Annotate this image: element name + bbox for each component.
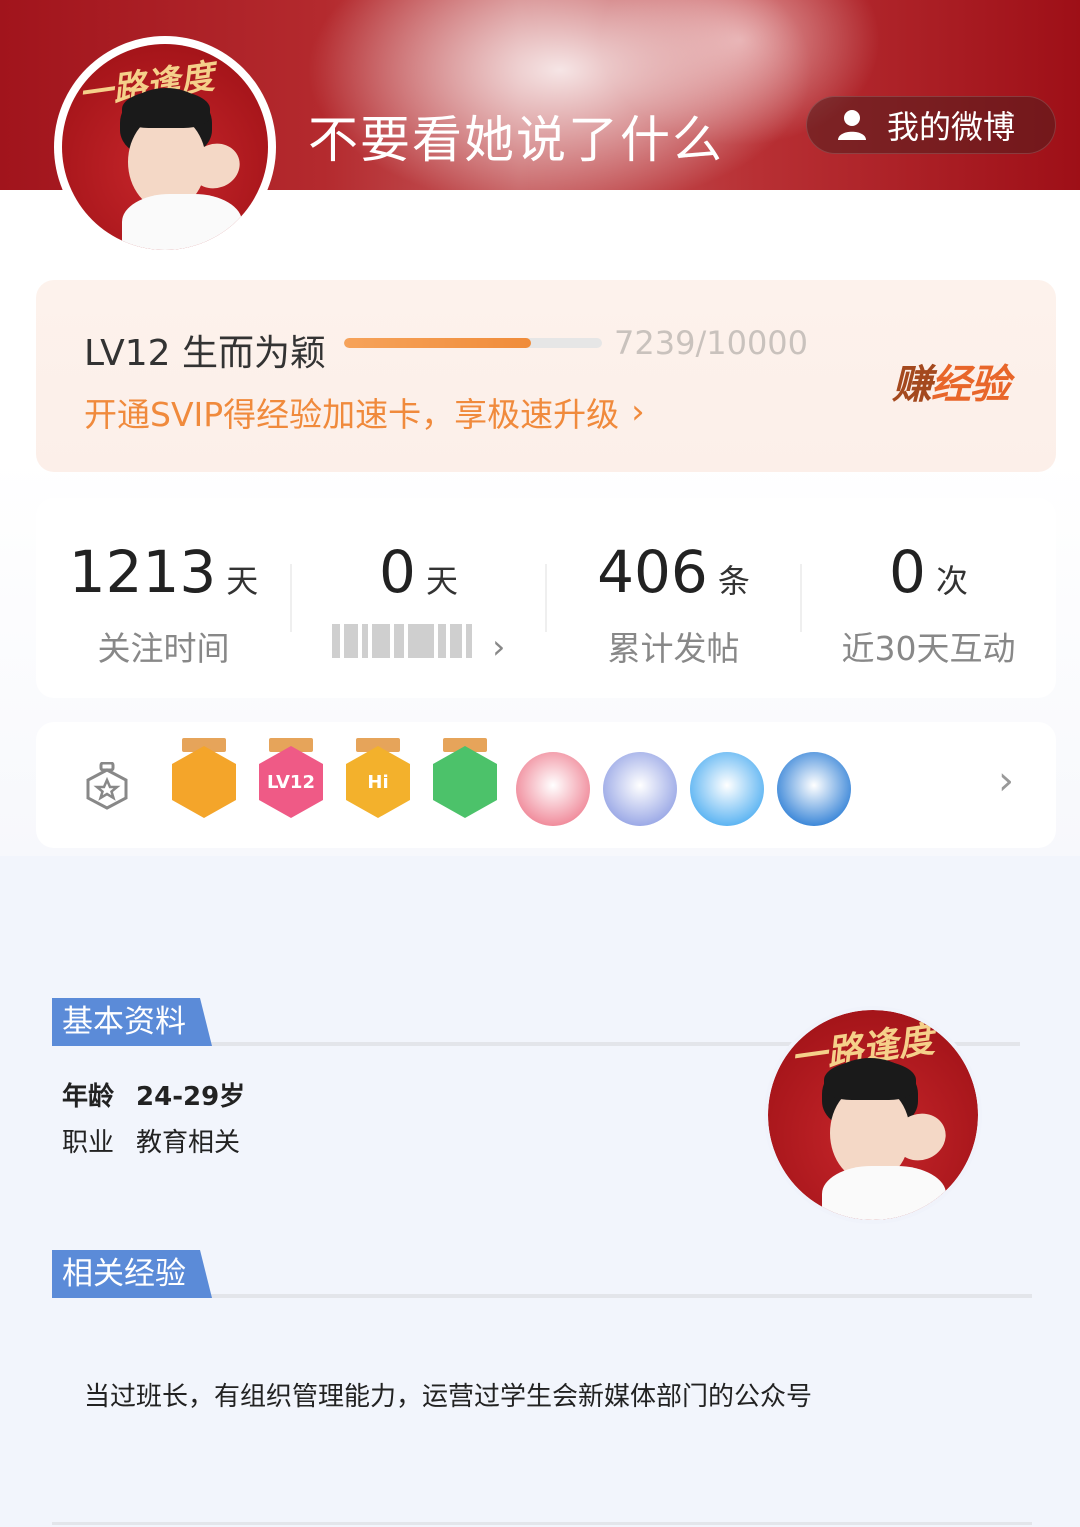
chevron-right-icon: ›	[631, 392, 645, 432]
avatar-image: 一路逢度	[768, 1010, 978, 1220]
badge-shield-icon	[84, 761, 130, 810]
stat-value: 1213	[68, 538, 217, 606]
sunflower-badge-icon[interactable]	[777, 738, 851, 826]
level-progress-bar	[344, 338, 602, 348]
cake-badge-icon[interactable]	[516, 738, 590, 826]
lv12-badge-icon[interactable]: LV12	[255, 738, 327, 824]
job-value: 教育相关	[136, 1128, 241, 1158]
info-row-age: 年龄 24-29岁	[62, 1076, 245, 1113]
boy-badge-icon[interactable]	[603, 738, 677, 826]
age-value: 24-29岁	[136, 1082, 246, 1112]
info-row-job: 职业 教育相关	[62, 1122, 240, 1159]
stat-unit: 条	[717, 562, 750, 600]
stat-posts[interactable]: 406 条 累计发帖	[546, 538, 801, 670]
stat-label-blurred: ›	[291, 622, 546, 666]
stat-unit: 天	[425, 562, 458, 600]
earn-label-a: 赚	[892, 362, 932, 408]
my-weibo-button[interactable]: 我的微博	[806, 96, 1056, 154]
svip-link-label: 开通SVIP得经验加速卡，享极速升级	[84, 395, 620, 434]
hi-badge-icon[interactable]: Hi	[342, 738, 414, 824]
level-progress-text: 7239/10000	[614, 324, 809, 362]
badge-hexagon: LV12	[259, 746, 323, 818]
mascot-badge-icon[interactable]	[690, 738, 764, 826]
job-label: 职业	[62, 1128, 115, 1158]
page-title: 不要看她说了什么	[308, 111, 724, 169]
badge-round	[516, 752, 590, 826]
avatar[interactable]: 一路逢度	[54, 36, 276, 258]
avatar-image: 一路逢度	[62, 44, 268, 250]
chevron-right-icon: ›	[492, 627, 506, 666]
my-weibo-label: 我的微博	[887, 108, 1016, 146]
stat-value: 0	[889, 538, 926, 606]
stat-days[interactable]: 0天 ›	[291, 538, 546, 666]
stat-unit: 天	[226, 562, 259, 600]
earn-label-b: 经验	[931, 362, 1010, 408]
age-label: 年龄	[62, 1082, 115, 1112]
level-progress-fill	[344, 338, 531, 348]
stats-card: 1213 天 关注时间 0天 › 406 条 累计发帖 0次 近30天互动	[36, 498, 1056, 698]
chevron-right-icon[interactable]: ›	[998, 758, 1014, 804]
badges-card[interactable]: LV12 Hi ›	[36, 722, 1056, 848]
svip-upgrade-link[interactable]: 开通SVIP得经验加速卡，享极速升级 ›	[84, 388, 645, 436]
experience-text: 当过班长，有组织管理能力，运营过学生会新媒体部门的公众号	[84, 1382, 813, 1412]
badge-round	[690, 752, 764, 826]
section-title-experience: 相关经验	[52, 1250, 212, 1298]
stat-interactions[interactable]: 0次 近30天互动	[801, 538, 1056, 670]
badge-hexagon	[433, 746, 497, 818]
section-title-basic-info: 基本资料	[52, 998, 212, 1046]
badge-round	[777, 752, 851, 826]
stat-label: 关注时间	[97, 629, 230, 668]
stat-value: 0	[379, 538, 416, 606]
level-card: LV12 生而为颖 7239/10000 开通SVIP得经验加速卡，享极速升级 …	[36, 280, 1056, 472]
stat-label: 近30天互动	[841, 629, 1016, 668]
earn-experience-button[interactable]: 赚经验	[892, 352, 1010, 410]
stat-follow-time[interactable]: 1213 天 关注时间	[36, 538, 291, 670]
badge-hexagon: Hi	[346, 746, 410, 818]
stat-unit: 次	[935, 562, 968, 600]
hand-badge-icon[interactable]	[429, 738, 501, 824]
level-name: LV12 生而为颖	[84, 333, 326, 374]
stat-label: 累计发帖	[607, 629, 740, 668]
section-divider	[52, 1522, 1032, 1525]
badge-round	[603, 752, 677, 826]
badge-hexagon	[172, 746, 236, 818]
crown-badge-icon[interactable]	[168, 738, 240, 824]
profile-photo: 一路逢度	[764, 1006, 982, 1224]
stat-value: 406	[597, 538, 708, 606]
user-icon	[837, 109, 867, 141]
blurred-label	[331, 622, 472, 660]
